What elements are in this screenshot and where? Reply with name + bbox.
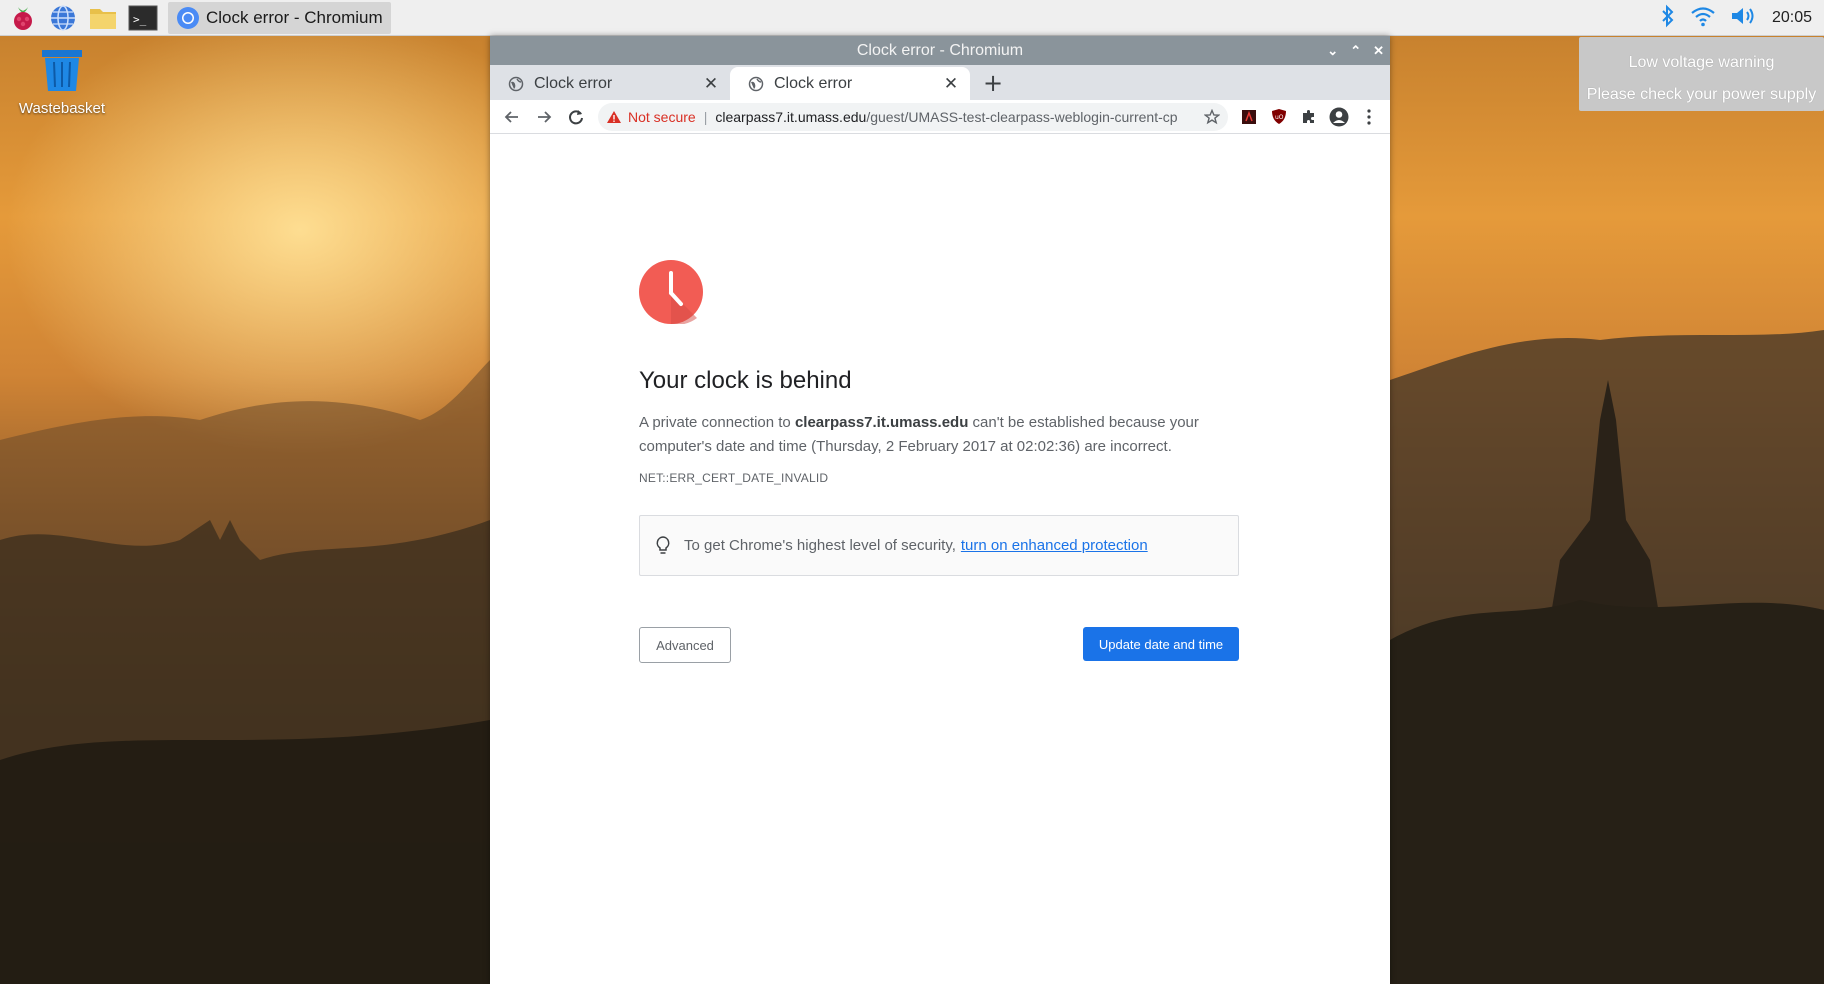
bookmark-star-icon[interactable] <box>1204 108 1220 125</box>
taskbar-clock[interactable]: 20:05 <box>1772 9 1812 27</box>
chromium-window: Clock error - Chromium ⌄ ⌃ ✕ Clock error… <box>490 36 1390 984</box>
taskbar-task-chromium[interactable]: Clock error - Chromium <box>168 1 391 34</box>
browser-toolbar: Not secure | clearpass7.it.umass.edu /gu… <box>490 100 1390 134</box>
globe-favicon-icon <box>508 76 524 91</box>
notification-title: Low voltage warning <box>1628 54 1775 71</box>
low-voltage-notification[interactable]: Low voltage warning Please check your po… <box>1579 37 1824 111</box>
page-title: Your clock is behind <box>639 367 852 394</box>
svg-text:>_: >_ <box>133 13 147 26</box>
error-code[interactable]: NET::ERR_CERT_DATE_INVALID <box>639 471 1239 485</box>
profile-avatar-icon[interactable] <box>1324 102 1354 132</box>
error-description: A private connection to clearpass7.it.um… <box>639 414 1199 455</box>
new-tab-button[interactable]: + <box>976 66 1010 100</box>
tab-close-icon[interactable]: ✕ <box>702 74 720 94</box>
chromium-icon <box>177 6 199 29</box>
extension-1-icon[interactable] <box>1234 102 1264 132</box>
volume-icon[interactable] <box>1730 5 1758 31</box>
notification-message: Please check your power supply <box>1586 86 1817 103</box>
window-title: Clock error - Chromium <box>856 41 1024 59</box>
tab-title: Clock error <box>534 74 613 92</box>
ublock-origin-icon[interactable]: uO <box>1264 102 1294 132</box>
update-date-time-button[interactable]: Update date and time <box>1083 627 1239 661</box>
bluetooth-icon[interactable] <box>1660 4 1676 32</box>
menu-kebab-icon[interactable] <box>1354 102 1384 132</box>
action-buttons: Advanced Update date and time <box>639 627 1239 663</box>
url-host: clearpass7.it.umass.edu <box>715 108 867 125</box>
warning-icon <box>607 110 621 123</box>
tab-clock-error-2[interactable]: Clock error ✕ <box>730 67 970 100</box>
back-button[interactable] <box>496 102 528 132</box>
file-manager-icon[interactable] <box>86 1 120 35</box>
forward-arrow-icon <box>538 110 552 123</box>
taskbar-task-label: Clock error - Chromium <box>206 7 383 27</box>
minimize-icon[interactable]: ⌄ <box>1327 43 1338 59</box>
extensions-puzzle-icon[interactable] <box>1294 102 1324 132</box>
clock-error-interstitial: Your clock is behind A private connectio… <box>639 260 1239 663</box>
lightbulb-icon <box>656 535 670 554</box>
taskbar: >_ Clock error - Chromium 20:05 <box>0 0 1824 36</box>
back-arrow-icon <box>504 110 518 123</box>
url-path: /guest/UMASS-test-clearpass-weblogin-cur… <box>866 108 1178 125</box>
forward-button[interactable] <box>528 102 560 132</box>
terminal-icon[interactable]: >_ <box>126 1 160 35</box>
globe-favicon-icon <box>748 76 764 91</box>
not-secure-label[interactable]: Not secure <box>628 109 696 125</box>
enhanced-protection-tip: To get Chrome's highest level of securit… <box>639 515 1239 576</box>
enhanced-protection-link[interactable]: turn on enhanced protection <box>961 537 1148 554</box>
window-titlebar[interactable]: Clock error - Chromium ⌄ ⌃ ✕ <box>490 36 1390 65</box>
wastebasket-icon <box>42 50 82 91</box>
reload-button[interactable] <box>560 102 592 132</box>
web-browser-icon[interactable] <box>46 1 80 35</box>
page-content: Your clock is behind A private connectio… <box>490 134 1390 984</box>
error-host: clearpass7.it.umass.edu <box>794 414 969 431</box>
tab-clock-error-1[interactable]: Clock error ✕ <box>490 67 730 100</box>
address-bar[interactable]: Not secure | clearpass7.it.umass.edu /gu… <box>598 102 1228 131</box>
tab-title: Clock error <box>774 74 853 92</box>
svg-text:uO: uO <box>1275 114 1284 121</box>
system-tray: 20:05 <box>1660 0 1824 36</box>
tab-strip: Clock error ✕ Clock error ✕ + <box>490 65 1390 100</box>
tip-text: To get Chrome's highest level of securit… <box>684 537 956 554</box>
reload-icon <box>569 109 583 124</box>
tab-close-icon[interactable]: ✕ <box>942 74 960 94</box>
advanced-button[interactable]: Advanced <box>639 627 731 663</box>
wifi-icon[interactable] <box>1690 5 1716 31</box>
close-window-icon[interactable]: ✕ <box>1373 43 1384 59</box>
maximize-icon[interactable]: ⌃ <box>1350 43 1361 59</box>
wastebasket-label: Wastebasket <box>18 100 106 117</box>
clock-error-icon <box>639 260 703 325</box>
raspberry-menu-icon[interactable] <box>6 1 40 35</box>
desktop-wastebasket[interactable]: Wastebasket <box>12 48 112 117</box>
